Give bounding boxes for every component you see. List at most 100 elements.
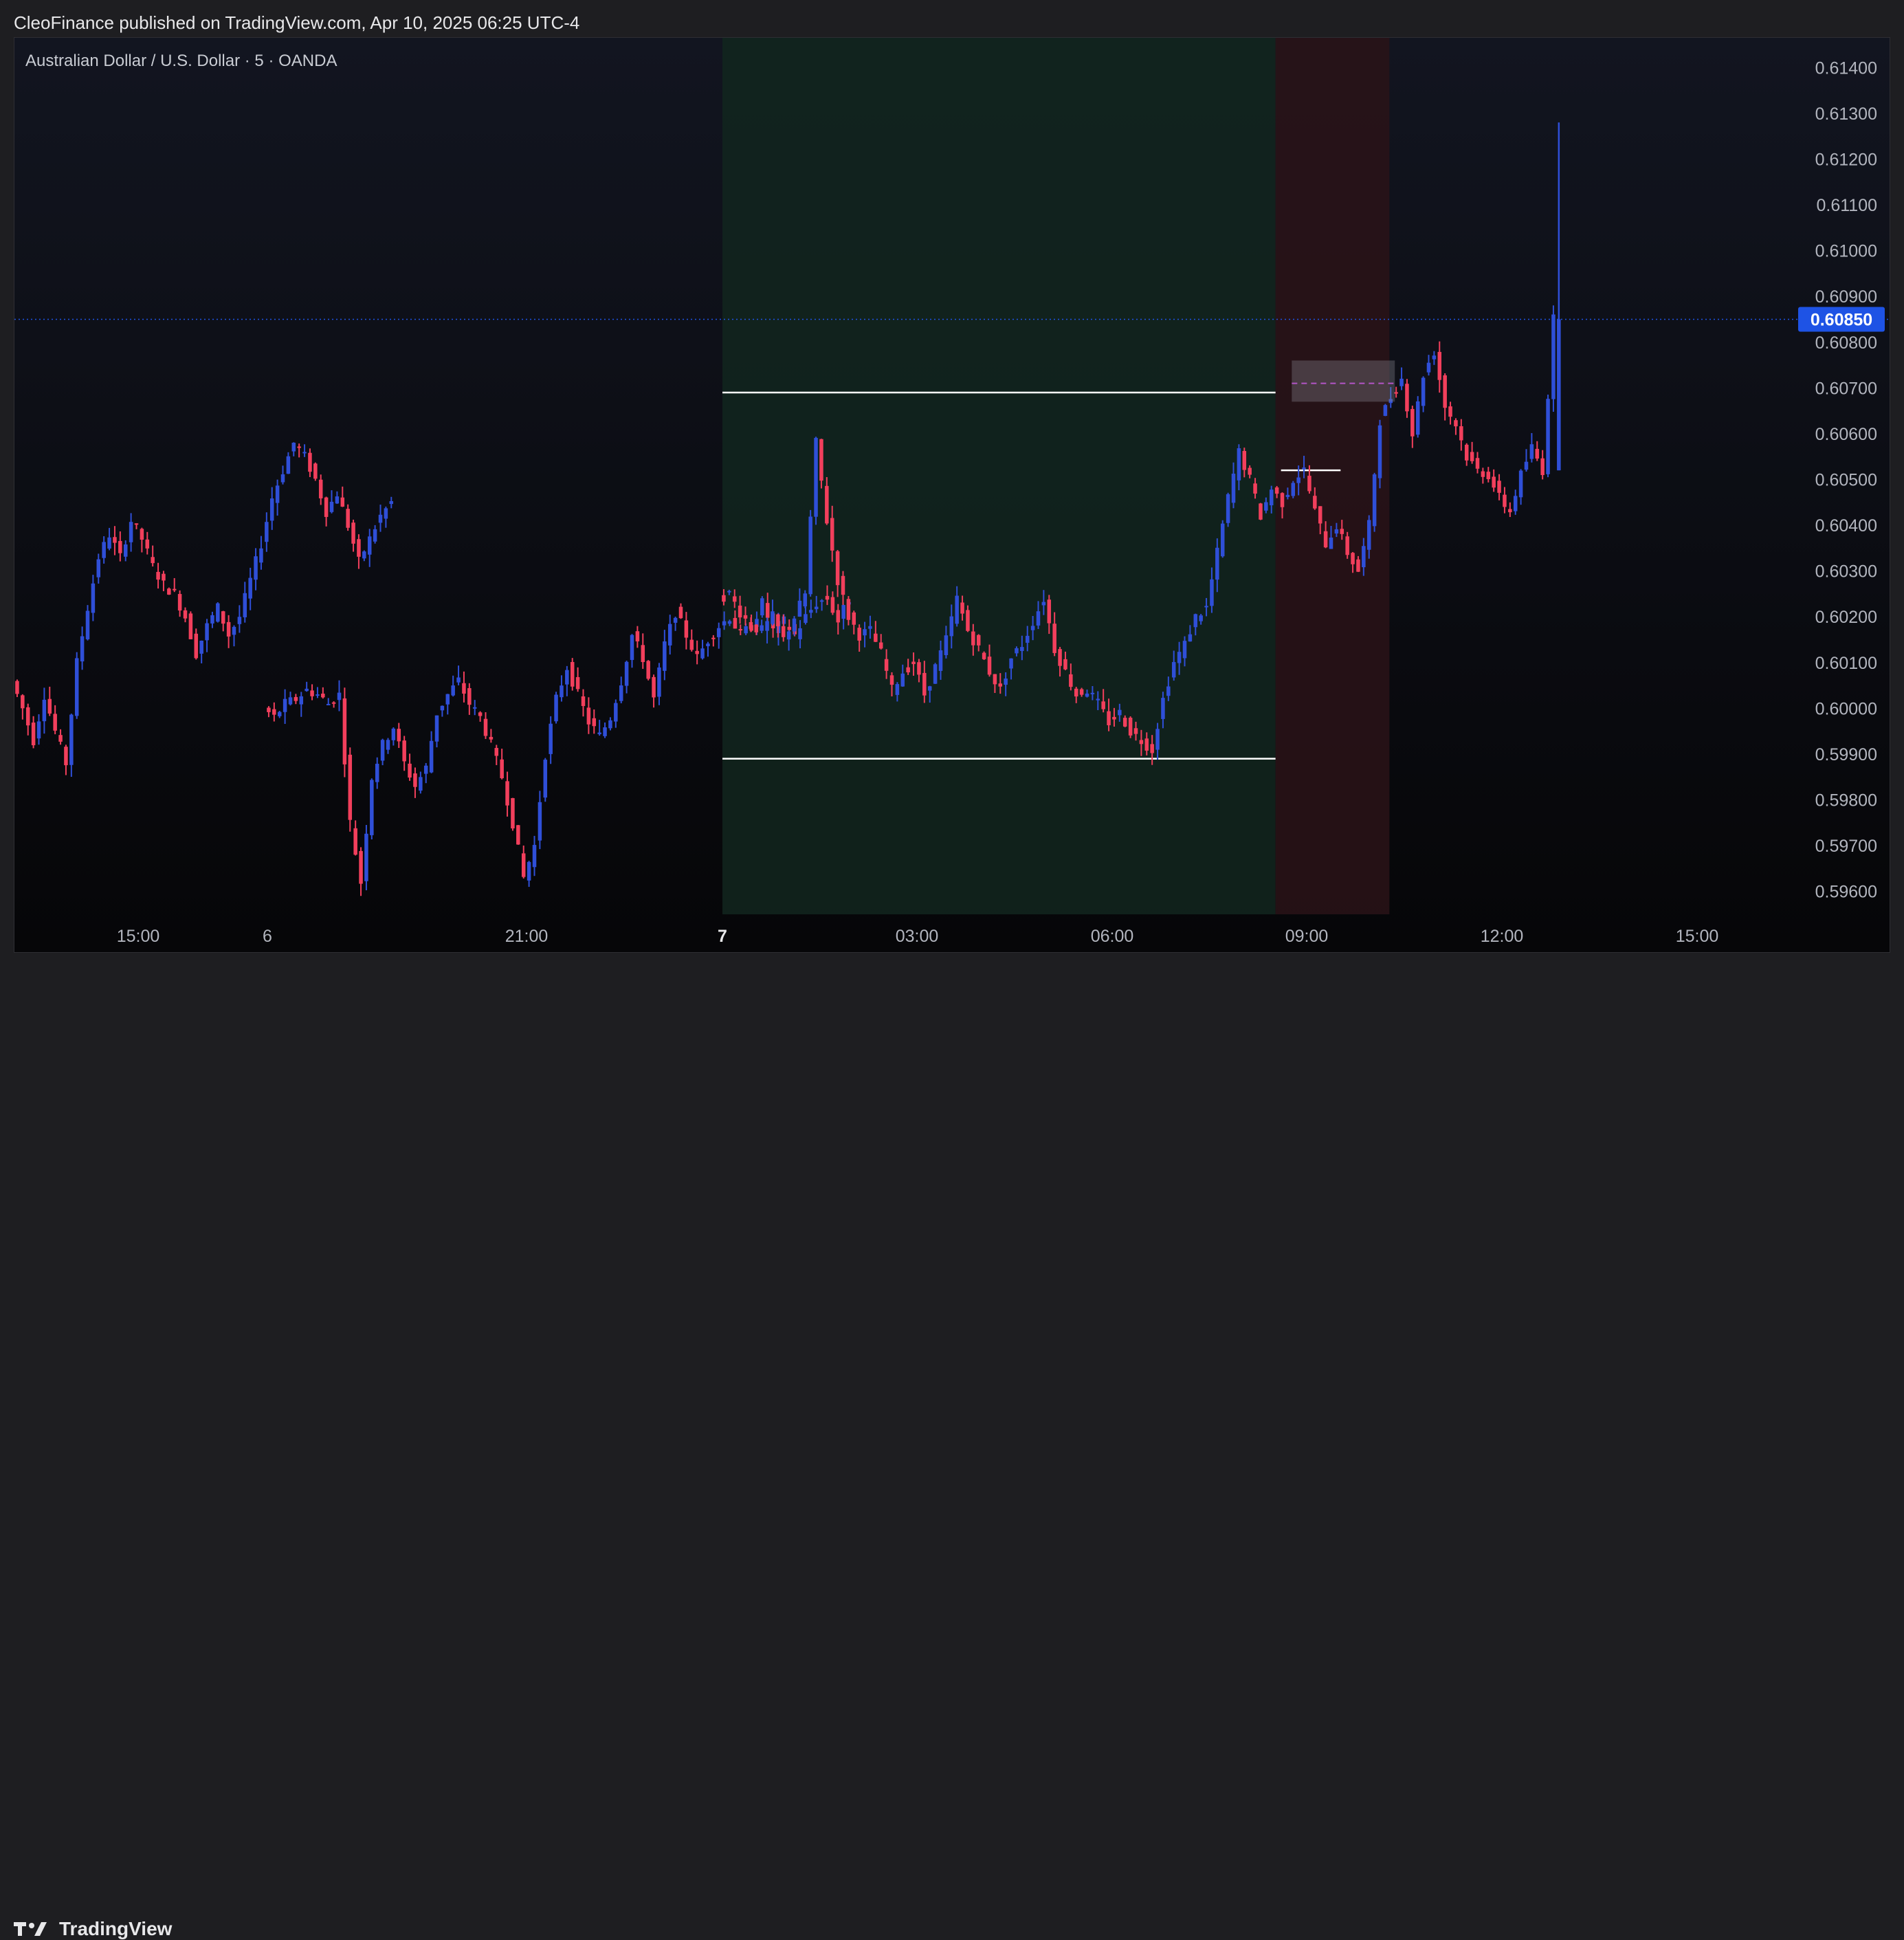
- candle-body: [199, 640, 203, 654]
- candle-body: [188, 613, 193, 639]
- price-tick-label: 0.60800: [1815, 333, 1877, 353]
- candle-body: [527, 861, 531, 881]
- candle-body: [1112, 716, 1116, 720]
- candle-body: [754, 624, 759, 632]
- candle-body: [738, 629, 743, 631]
- candle-body: [1215, 547, 1219, 580]
- candle-body: [118, 540, 122, 553]
- candle-body: [194, 633, 199, 659]
- candle-body: [1394, 392, 1398, 394]
- candle-body: [1497, 481, 1501, 493]
- price-tick-label: 0.60900: [1815, 287, 1877, 307]
- candle-body: [765, 621, 769, 631]
- candle-body: [1118, 709, 1122, 716]
- candlestick-chart[interactable]: 0.61400 0.61300 0.61200 0.61100 0.61000 0.609…: [14, 38, 1890, 953]
- candle-body: [107, 537, 111, 549]
- price-tick-label: 0.60600: [1815, 425, 1877, 444]
- candle-body: [521, 853, 526, 877]
- candle-body: [177, 594, 182, 611]
- candle-body: [895, 684, 900, 695]
- candle-body: [1107, 711, 1111, 725]
- price-tick-label: 0.61200: [1815, 150, 1877, 169]
- price-tick-label: 0.60200: [1815, 608, 1877, 627]
- candle-body: [1443, 375, 1447, 408]
- tradingview-brand[interactable]: TradingView: [14, 1918, 172, 1940]
- candle-body: [1448, 406, 1452, 417]
- time-tick-label: 21:00: [505, 927, 549, 946]
- candle-body: [1177, 652, 1182, 663]
- candle-body: [123, 544, 128, 557]
- candle-body: [1090, 692, 1095, 694]
- time-tick-label: 6: [263, 927, 272, 946]
- candle-body: [836, 610, 841, 623]
- candle-body: [878, 642, 883, 649]
- candle-body: [1557, 319, 1561, 471]
- candle-body: [900, 673, 905, 687]
- candle-body: [384, 508, 388, 519]
- candle-body: [346, 509, 350, 528]
- candle-body: [1372, 474, 1377, 527]
- candle-body: [1356, 559, 1360, 572]
- candle-body: [1171, 662, 1176, 678]
- candle-body: [570, 661, 575, 687]
- candle-body: [467, 687, 472, 705]
- candle-body: [1253, 483, 1257, 494]
- price-tick-label: 0.60700: [1815, 379, 1877, 398]
- candle-body: [299, 696, 304, 705]
- candle-body: [378, 514, 383, 523]
- candle-body: [1020, 647, 1024, 651]
- candle-body: [971, 631, 975, 646]
- price-tick-label: 0.60300: [1815, 562, 1877, 582]
- brand-name: TradingView: [59, 1918, 173, 1939]
- candle-body: [318, 479, 323, 498]
- candle-body: [1269, 489, 1274, 506]
- candle-body: [91, 583, 96, 613]
- candle-body: [652, 676, 656, 698]
- candle-body: [342, 698, 347, 764]
- publish-bar: CleoFinance published on TradingView.com…: [0, 0, 1904, 37]
- candle-body: [205, 623, 209, 641]
- candle-body: [243, 593, 247, 617]
- candle-body: [1405, 384, 1409, 412]
- candle-body: [151, 557, 155, 564]
- candle-body: [1307, 476, 1311, 492]
- chart-pane[interactable]: 0.61400 0.61300 0.61200 0.61100 0.61000 0.609…: [14, 37, 1890, 953]
- candle-body: [1513, 496, 1518, 511]
- candle-body: [216, 603, 220, 622]
- candle-body: [80, 636, 85, 662]
- candle-body: [1063, 659, 1067, 670]
- candle-body: [776, 614, 780, 626]
- candle-body: [277, 712, 282, 716]
- candle-body: [830, 518, 834, 551]
- candle-body: [868, 626, 872, 629]
- candle-body: [852, 612, 856, 625]
- candle-body: [1220, 523, 1225, 557]
- candle-body: [380, 740, 385, 761]
- candle-body: [797, 600, 802, 617]
- candle-body: [1009, 658, 1013, 669]
- price-tick-label: 0.59800: [1815, 791, 1877, 811]
- candle-body: [938, 650, 943, 671]
- candle-body: [1362, 546, 1366, 568]
- candle-body: [1242, 451, 1247, 470]
- price-tick-label: 0.59900: [1815, 745, 1877, 764]
- candle-body: [889, 675, 894, 685]
- session-asia-range: [722, 38, 1276, 914]
- price-tick-label: 0.59600: [1815, 883, 1877, 902]
- candle-body: [413, 773, 417, 787]
- candle-body: [798, 628, 802, 639]
- candle-body: [329, 501, 334, 512]
- candle-body: [1199, 615, 1203, 621]
- candle-body: [445, 694, 450, 705]
- candle-body: [1345, 536, 1349, 555]
- candle-body: [1047, 599, 1052, 624]
- candle-body: [657, 667, 661, 697]
- candle-body: [1237, 448, 1241, 481]
- candle-body: [302, 452, 307, 454]
- candle-body: [819, 600, 824, 602]
- candle-body: [771, 611, 775, 624]
- time-tick-label: 7: [718, 927, 727, 946]
- candle-body: [265, 522, 269, 542]
- candle-body: [267, 707, 271, 712]
- candle-body: [1529, 444, 1534, 459]
